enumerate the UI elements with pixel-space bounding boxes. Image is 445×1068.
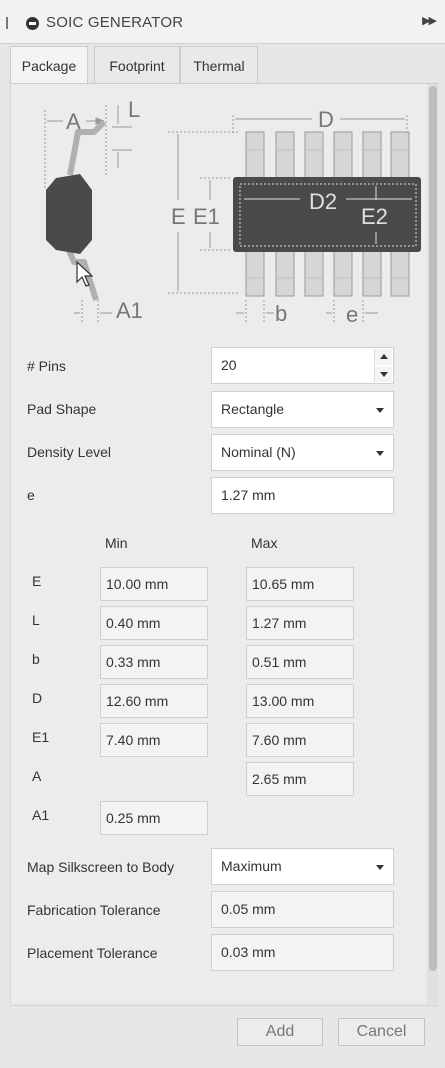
dim-D-label: D [318,107,334,132]
silkscreen-label: Map Silkscreen to Body [27,859,175,875]
dim-row-label: D [32,690,43,706]
dim-L-label: L [128,97,140,122]
dim-E-label: E [171,204,186,229]
dim-D2-label: D2 [309,189,337,214]
pitch-input[interactable]: 1.27 mm [211,477,394,514]
dim-D-min-input[interactable]: 12.60 mm [100,684,208,718]
place-tol-label: Placement Tolerance [27,945,158,961]
pad-shape-value: Rectangle [221,401,285,417]
dim-E-min-input[interactable]: 10.00 mm [100,567,208,601]
dim-row-label: E [32,573,42,589]
pins-label: # Pins [27,358,66,374]
fab-tol-input[interactable]: 0.05 mm [211,891,394,928]
dim-A1-min-input[interactable]: 0.25 mm [100,801,208,835]
density-value: Nominal (N) [221,444,296,460]
pitch-label: e [27,487,35,503]
dim-b-max-input[interactable]: 0.51 mm [246,645,354,679]
dim-row-label: b [32,651,40,667]
place-tol-input[interactable]: 0.03 mm [211,934,394,971]
dim-L-min-input[interactable]: 0.40 mm [100,606,208,640]
dim-E-max-input[interactable]: 10.65 mm [246,567,354,601]
dim-row-label: A [32,768,42,784]
add-button[interactable]: Add [237,1018,323,1046]
silkscreen-value: Maximum [221,858,282,874]
pad-shape-label: Pad Shape [27,401,97,417]
dropdown-arrow-icon [376,451,384,456]
side-body-shape [46,174,92,254]
dim-e-label: e [346,302,358,327]
dim-E1-label: E1 [193,204,220,229]
pins-stepper[interactable]: 20 [211,347,394,384]
dim-b-min-input[interactable]: 0.33 mm [100,645,208,679]
dim-A-label: A [66,109,81,134]
fab-tol-label: Fabrication Tolerance [27,902,161,918]
dim-D-max-input[interactable]: 13.00 mm [246,684,354,718]
min-header: Min [105,535,128,551]
pad-shape-select[interactable]: Rectangle [211,391,394,428]
spin-up-icon[interactable] [374,349,392,365]
dim-row-label: A1 [32,807,50,823]
dim-row-label: E1 [32,729,50,745]
dim-row-label: L [32,612,40,628]
dim-A1-label: A1 [116,298,143,323]
dim-b-label: b [275,301,287,326]
package-diagram: A L A1 D E E1 D2 E2 b e [44,97,421,327]
max-header: Max [251,535,278,551]
dropdown-arrow-icon [376,865,384,870]
dim-L-max-input[interactable]: 1.27 mm [246,606,354,640]
silkscreen-select[interactable]: Maximum [211,848,394,885]
pins-spinner [374,349,392,382]
density-select[interactable]: Nominal (N) [211,434,394,471]
cancel-button[interactable]: Cancel [338,1018,425,1046]
dropdown-arrow-icon [376,408,384,413]
pins-value: 20 [221,357,237,373]
dim-A-max-input[interactable]: 2.65 mm [246,762,354,796]
dim-E2-label: E2 [361,204,388,229]
spin-down-icon[interactable] [374,366,392,382]
density-label: Density Level [27,444,112,460]
dim-E1-min-input[interactable]: 7.40 mm [100,723,208,757]
dim-E1-max-input[interactable]: 7.60 mm [246,723,354,757]
